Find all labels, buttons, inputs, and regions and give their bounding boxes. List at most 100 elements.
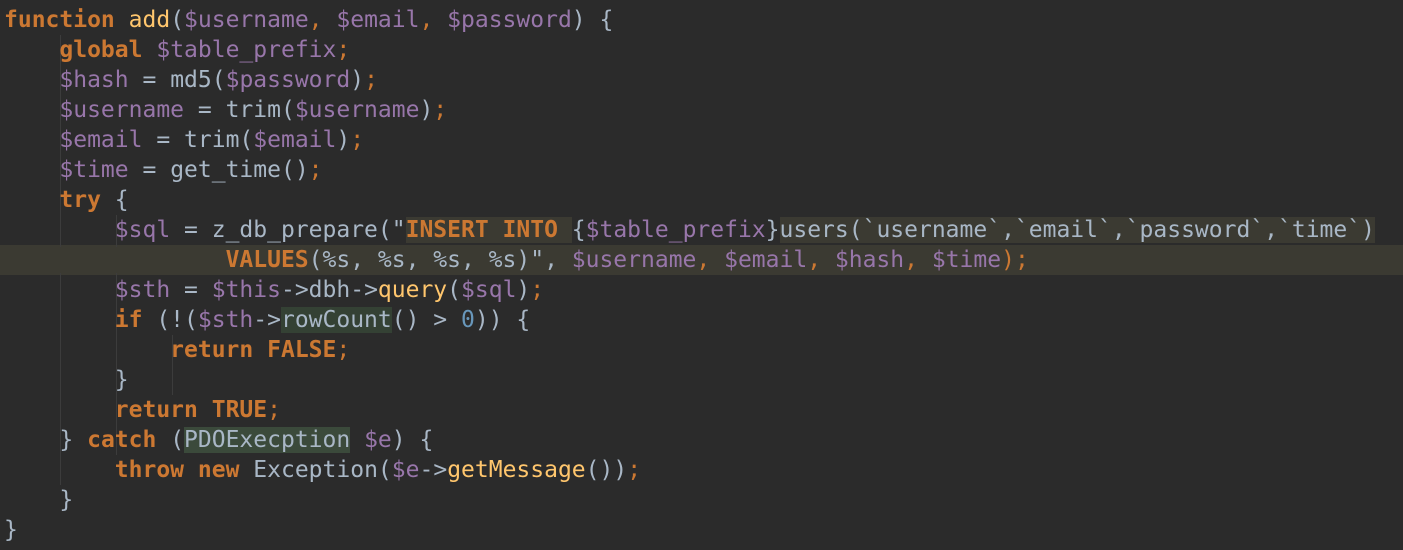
code-token: -> [350, 277, 378, 303]
code-token: ; [350, 127, 365, 153]
code-token: } [765, 217, 780, 243]
code-token: )) { [474, 307, 531, 333]
code-text: $hash = md5($password); [4, 65, 378, 95]
code-token: $sql [114, 217, 171, 243]
code-token: add [128, 7, 171, 33]
code-line[interactable]: throw new Exception($e->getMessage()); [0, 455, 1403, 485]
code-token: } [4, 427, 88, 453]
code-token: $sth [197, 307, 254, 333]
code-token: , [696, 247, 725, 273]
code-text: $username = trim($username); [4, 95, 447, 125]
code-token: $username [184, 7, 309, 33]
code-token: $e [364, 427, 392, 453]
code-line[interactable]: return TRUE; [0, 395, 1403, 425]
code-token: = [128, 157, 171, 183]
code-token: () > [391, 307, 461, 333]
code-line[interactable]: $time = get_time(); [0, 155, 1403, 185]
code-token: , [807, 247, 835, 273]
code-token: query [377, 277, 448, 303]
code-line[interactable]: try { [0, 185, 1403, 215]
code-token: $email [724, 247, 808, 273]
code-text: function add($username, $email, $passwor… [4, 5, 613, 35]
code-token [557, 217, 572, 243]
code-line[interactable]: $email = trim($email); [0, 125, 1403, 155]
code-token: ); [1001, 247, 1029, 273]
code-token: catch [87, 427, 157, 453]
code-line[interactable]: } [0, 365, 1403, 395]
code-line[interactable]: $username = trim($username); [0, 95, 1403, 125]
code-token: md5 [170, 67, 212, 93]
code-text: } [4, 485, 73, 515]
code-token: ; [364, 67, 378, 93]
code-line[interactable]: VALUES(%s, %s, %s, %s)", $username, $ema… [0, 245, 1403, 275]
code-token: VALUES [225, 247, 309, 273]
code-token: dbh [308, 277, 351, 303]
code-line[interactable]: $sql = z_db_prepare("INSERT INTO {$table… [0, 215, 1403, 245]
code-text: try { [4, 185, 129, 215]
code-token: } [4, 367, 129, 393]
code-token: z_db_prepare [211, 217, 378, 243]
code-token: $password [225, 67, 351, 93]
code-line[interactable]: $hash = md5($password); [0, 65, 1403, 95]
code-line[interactable]: } [0, 515, 1403, 545]
code-token: $time [931, 247, 1002, 273]
code-token: $email [59, 127, 143, 153]
code-token: (" [377, 217, 406, 243]
code-editor[interactable]: function add($username, $email, $passwor… [0, 0, 1403, 550]
code-token: ( [156, 427, 185, 453]
code-token: new [197, 457, 240, 483]
code-token: return [114, 397, 198, 423]
code-text: return FALSE; [4, 335, 350, 365]
code-token: ; [433, 97, 448, 123]
code-line[interactable]: return FALSE; [0, 335, 1403, 365]
code-token: ) { [571, 7, 614, 33]
code-token: ( [280, 97, 295, 123]
code-token: (!( [142, 307, 198, 333]
code-token: ()) [585, 457, 628, 483]
code-text: return TRUE; [4, 395, 281, 425]
code-token: ) [336, 127, 351, 153]
code-token: getMessage [447, 457, 586, 483]
code-token: trim [225, 97, 281, 123]
code-line[interactable]: if (!($sth->rowCount() > 0)) { [0, 305, 1403, 335]
code-token: , [308, 7, 337, 33]
code-token: { [100, 187, 129, 213]
code-token: $sth [114, 277, 171, 303]
code-token: () [280, 157, 309, 183]
code-token: ) { [391, 427, 434, 453]
code-token: $username [59, 97, 185, 123]
code-token: INSERT INTO [405, 217, 558, 243]
code-token: Exception [253, 457, 378, 483]
code-token: get_time [170, 157, 281, 183]
code-token: try [59, 187, 101, 213]
code-token: ; [267, 397, 281, 423]
code-token: = [184, 97, 226, 123]
code-token: -> [253, 307, 281, 333]
code-text: $email = trim($email); [4, 125, 364, 155]
code-token: PDOExecption [184, 427, 351, 453]
code-token: $e [391, 457, 420, 483]
code-token: ; [530, 277, 545, 303]
code-text: } [4, 365, 129, 395]
code-line[interactable]: $sth = $this->dbh->query($sql); [0, 275, 1403, 305]
code-token: ( [377, 457, 392, 483]
code-token: trim [184, 127, 240, 153]
code-token: } [4, 487, 74, 513]
code-line[interactable]: } catch (PDOExecption $e) { [0, 425, 1403, 455]
code-line[interactable]: } [0, 485, 1403, 515]
code-line[interactable]: function add($username, $email, $passwor… [0, 5, 1403, 35]
code-token: return [170, 337, 254, 363]
code-token: ) [350, 67, 365, 93]
code-token: ; [336, 337, 351, 363]
code-token: (%s, %s, %s, %s) [308, 247, 531, 273]
code-line[interactable]: global $table_prefix; [0, 35, 1403, 65]
code-token: throw [114, 457, 185, 483]
